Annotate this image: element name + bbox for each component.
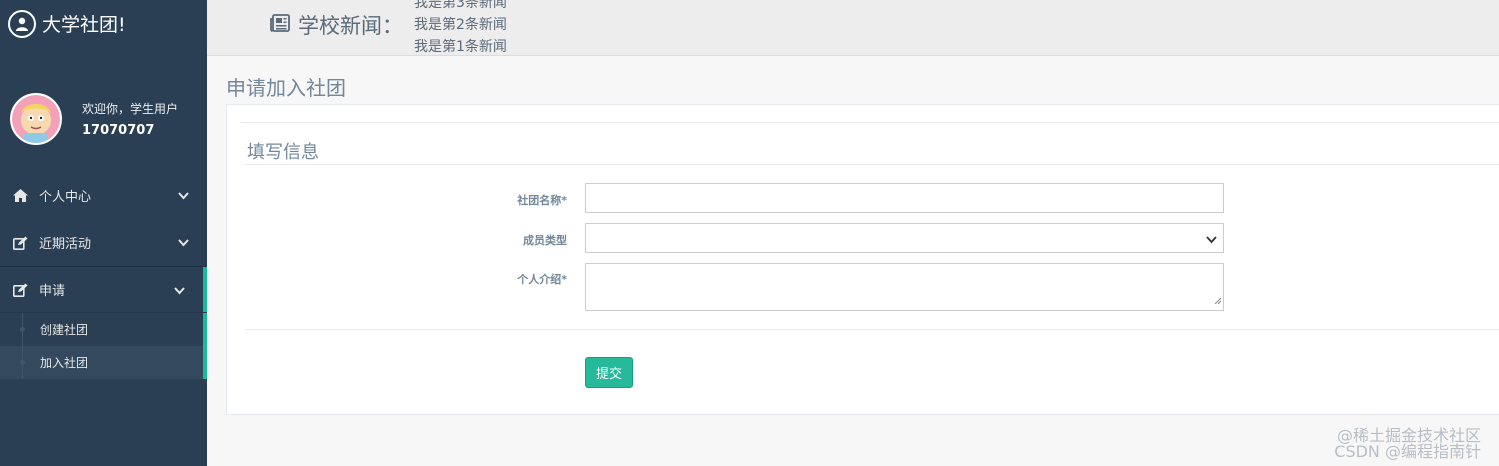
sidebar-item-label: 申请 bbox=[39, 284, 66, 299]
divider bbox=[241, 122, 1499, 123]
watermark: @稀土掘金技术社区 CSDN @编程指南针 bbox=[1334, 428, 1481, 460]
edit-icon bbox=[13, 236, 31, 250]
sidebar-item-personal-center[interactable]: 个人中心 bbox=[0, 172, 207, 219]
panel-title: 填写信息 bbox=[247, 142, 319, 163]
profile: 欢迎你，学生用户 17070707 bbox=[0, 47, 207, 172]
username: 17070707 bbox=[82, 122, 155, 138]
newspaper-icon bbox=[270, 13, 298, 37]
sidebar: 大学社团! 欢迎你，学生用户 17070707 个人中心 近期活动 申请 创建社… bbox=[0, 0, 207, 466]
sidebar-submenu-apply: 创建社团 加入社团 bbox=[0, 313, 207, 379]
news-item[interactable]: 我是第3条新闻 bbox=[414, 0, 507, 14]
news-item[interactable]: 我是第2条新闻 bbox=[414, 14, 507, 36]
brand-title: 大学社团! bbox=[42, 14, 126, 36]
chevron-down-icon bbox=[178, 189, 189, 204]
sidebar-item-apply[interactable]: 申请 bbox=[0, 266, 207, 313]
user-circle-icon bbox=[8, 9, 36, 38]
intro-textarea[interactable] bbox=[585, 263, 1224, 311]
page-title: 申请加入社团 bbox=[226, 76, 346, 100]
member-type-select[interactable] bbox=[585, 223, 1224, 253]
home-icon bbox=[13, 189, 31, 202]
submit-button[interactable]: 提交 bbox=[585, 357, 633, 388]
intro-label: 个人介绍* bbox=[517, 273, 567, 286]
chevron-down-icon bbox=[1206, 229, 1217, 248]
sidebar-item-label: 近期活动 bbox=[39, 237, 92, 252]
club-name-input[interactable] bbox=[585, 183, 1224, 213]
welcome-text: 欢迎你，学生用户 bbox=[82, 101, 179, 116]
chevron-down-icon bbox=[178, 236, 189, 251]
resize-handle-icon[interactable] bbox=[1214, 289, 1222, 308]
brand[interactable]: 大学社团! bbox=[0, 0, 207, 47]
news-section: 学校新闻： bbox=[270, 10, 403, 40]
edit-icon bbox=[13, 283, 31, 297]
news-label: 学校新闻： bbox=[298, 14, 403, 38]
divider bbox=[245, 329, 1499, 330]
divider bbox=[245, 164, 1499, 165]
news-item[interactable]: 我是第1条新闻 bbox=[414, 36, 507, 55]
form-panel: 填写信息 社团名称* 成员类型 个人介绍* 提交 bbox=[226, 104, 1499, 415]
club-name-label: 社团名称* bbox=[517, 194, 567, 207]
side-menu: 个人中心 近期活动 申请 bbox=[0, 172, 207, 313]
news-ticker: 我是第3条新闻 我是第2条新闻 我是第1条新闻 bbox=[414, 0, 507, 55]
sidebar-item-label: 个人中心 bbox=[39, 190, 92, 205]
watermark-line: CSDN @编程指南针 bbox=[1334, 442, 1481, 461]
chevron-down-icon bbox=[174, 284, 185, 299]
avatar bbox=[10, 92, 62, 145]
member-type-label: 成员类型 bbox=[523, 234, 567, 247]
sidebar-subitem-create-club[interactable]: 创建社团 bbox=[0, 313, 207, 346]
sidebar-item-recent-activities[interactable]: 近期活动 bbox=[0, 219, 207, 266]
top-nav: 学校新闻： 我是第3条新闻 我是第2条新闻 我是第1条新闻 bbox=[207, 0, 1499, 56]
sidebar-subitem-join-club[interactable]: 加入社团 bbox=[0, 346, 207, 379]
